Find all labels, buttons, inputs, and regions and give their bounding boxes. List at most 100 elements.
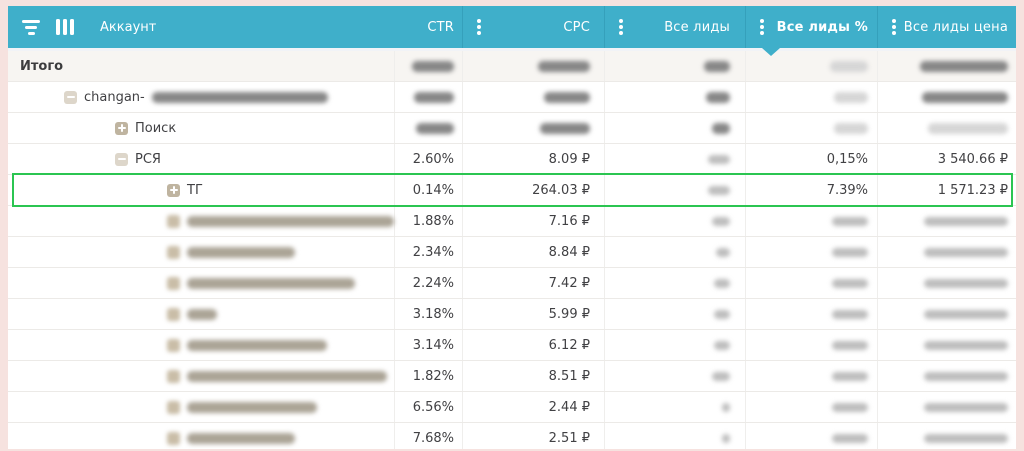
cell-value: 5.99 ₽	[549, 307, 590, 322]
cell-price	[877, 299, 1016, 329]
header-account[interactable]: Аккаунт	[8, 6, 394, 48]
table-row[interactable]: 3.14%6.12 ₽	[8, 330, 1016, 361]
redacted-label	[187, 433, 295, 444]
redacted-value	[544, 92, 590, 103]
redacted-value	[722, 403, 730, 412]
table-row[interactable]: ТГ0.14%264.03 ₽7.39%1 571.23 ₽	[8, 175, 1016, 206]
cell-account	[8, 206, 394, 236]
redacted-label	[152, 92, 328, 103]
filter-icon[interactable]	[22, 18, 40, 36]
cell-value: 7.39%	[827, 183, 868, 198]
cell-value: 7.42 ₽	[549, 276, 590, 291]
cell-ctr: 2.34%	[394, 237, 462, 267]
redacted-value	[538, 61, 590, 72]
cell-cpc	[462, 51, 604, 81]
table-row[interactable]: 7.68% 2.51 ₽	[8, 423, 1016, 449]
cell-ctr	[394, 82, 462, 112]
table-row[interactable]: changan-	[8, 82, 1016, 113]
cell-pct	[745, 392, 877, 422]
cell-account	[8, 299, 394, 329]
cell-cpc: 264.03 ₽	[462, 175, 604, 205]
column-label: Все лиды	[664, 20, 745, 35]
cell-pct	[745, 82, 877, 112]
cell-leads	[604, 82, 745, 112]
redacted-value	[832, 248, 868, 257]
column-menu-icon[interactable]	[760, 19, 764, 23]
cell-value: 8.09 ₽	[549, 152, 590, 167]
redacted-label	[187, 402, 317, 413]
expand-icon	[167, 277, 180, 290]
cell-account	[8, 330, 394, 360]
expand-icon[interactable]	[167, 184, 180, 197]
cell-ctr: 2.24%	[394, 268, 462, 298]
header-price[interactable]: Все лиды цена	[877, 6, 1016, 48]
redacted-value	[712, 372, 730, 381]
cell-cpc: 8.09 ₽	[462, 144, 604, 174]
column-label: CPC	[563, 20, 604, 35]
cell-leads	[604, 237, 745, 267]
redacted-value	[834, 92, 868, 103]
cell-price	[877, 82, 1016, 112]
redacted-value	[832, 341, 868, 350]
cell-value: 0.14%	[413, 183, 454, 198]
header-ctr[interactable]: CTR	[394, 6, 462, 48]
cell-value: 8.84 ₽	[549, 245, 590, 260]
cell-value: 0,15%	[827, 152, 868, 167]
table-row[interactable]: РСЯ2.60%8.09 ₽0,15%3 540.66 ₽	[8, 144, 1016, 175]
cell-ctr: 1.82%	[394, 361, 462, 391]
redacted-value	[712, 123, 730, 134]
cell-price	[877, 206, 1016, 236]
cell-value: 8.51 ₽	[549, 369, 590, 384]
cell-value: 7.16 ₽	[549, 214, 590, 229]
table-row[interactable]: 1.82% 8.51 ₽	[8, 361, 1016, 392]
cell-ctr	[394, 113, 462, 143]
redacted-value	[714, 310, 730, 319]
cell-pct	[745, 361, 877, 391]
row-label: Поиск	[135, 121, 176, 136]
collapse-icon[interactable]	[115, 153, 128, 166]
redacted-value	[716, 248, 730, 257]
table-row[interactable]: 3.18% 5.99 ₽	[8, 299, 1016, 330]
redacted-value	[832, 217, 868, 226]
header-cpc[interactable]: CPC	[462, 6, 604, 48]
table-row[interactable]: Итого	[8, 51, 1016, 82]
sort-indicator	[762, 48, 780, 56]
table-row[interactable]: 2.34% 8.84 ₽	[8, 237, 1016, 268]
expand-icon[interactable]	[115, 122, 128, 135]
table-row[interactable]: 6.56%2.44 ₽	[8, 392, 1016, 423]
cell-value: 6.56%	[413, 400, 454, 415]
cell-value: 3.18%	[413, 307, 454, 322]
table-row[interactable]: Поиск	[8, 113, 1016, 144]
cell-value: 2.24%	[413, 276, 454, 291]
cell-pct: 0,15%	[745, 144, 877, 174]
cell-value: 1 571.23 ₽	[938, 183, 1008, 198]
redacted-value	[708, 155, 730, 164]
collapse-icon[interactable]	[64, 91, 77, 104]
column-menu-icon[interactable]	[892, 19, 896, 23]
cell-price	[877, 361, 1016, 391]
cell-value: 7.68%	[413, 431, 454, 446]
cell-value: 264.03 ₽	[532, 183, 590, 198]
cell-cpc: 2.51 ₽	[462, 423, 604, 449]
cell-leads	[604, 268, 745, 298]
redacted-value	[704, 61, 730, 72]
cell-pct: 7.39%	[745, 175, 877, 205]
cell-account	[8, 237, 394, 267]
redacted-value	[924, 372, 1008, 381]
cell-ctr: 7.68%	[394, 423, 462, 449]
cell-account: changan-	[8, 82, 394, 112]
header-pct[interactable]: Все лиды %	[745, 6, 877, 48]
cell-price	[877, 268, 1016, 298]
header-leads[interactable]: Все лиды	[604, 6, 745, 48]
column-menu-icon[interactable]	[619, 19, 623, 23]
table-row[interactable]: 2.24% 7.42 ₽	[8, 268, 1016, 299]
column-menu-icon[interactable]	[477, 19, 481, 23]
columns-icon[interactable]	[56, 19, 74, 35]
cell-leads	[604, 113, 745, 143]
redacted-value	[412, 61, 454, 72]
cell-pct	[745, 330, 877, 360]
redacted-label	[187, 247, 295, 258]
redacted-value	[924, 279, 1008, 288]
table-row[interactable]: 1.88%7.16 ₽	[8, 206, 1016, 237]
cell-account	[8, 361, 394, 391]
